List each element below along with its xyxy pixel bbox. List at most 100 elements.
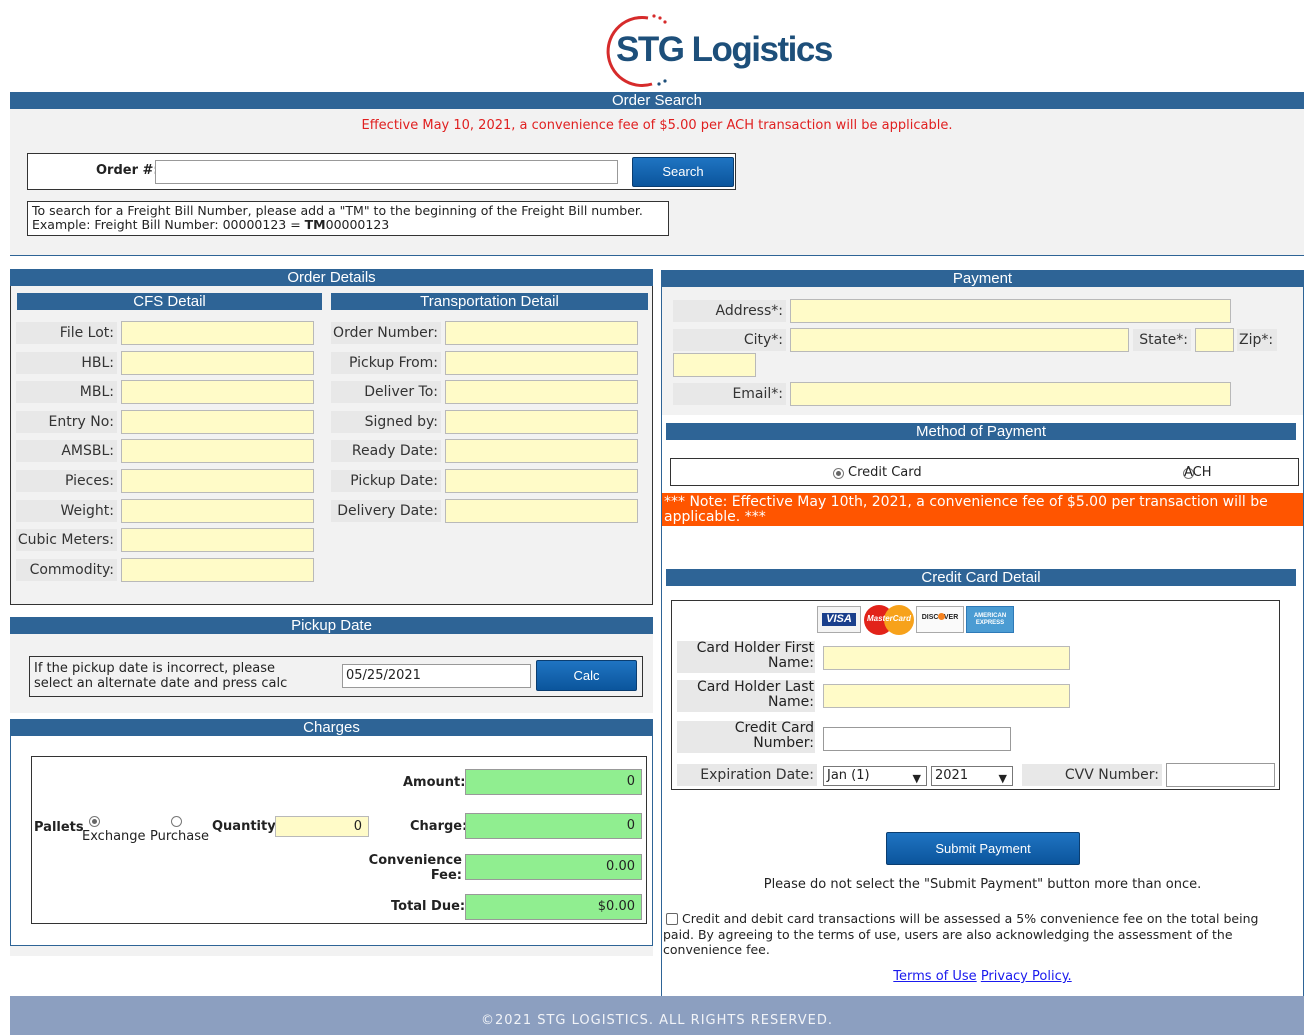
search-button[interactable]: Search [632, 157, 734, 187]
address-input[interactable] [790, 299, 1231, 323]
cfs-fields-input[interactable] [121, 498, 314, 523]
zip-input[interactable] [673, 353, 756, 377]
charges-box: Pallets Exchange Purchase Quantity 0 Amo… [31, 756, 647, 924]
cfs-fields-input[interactable] [121, 321, 314, 345]
cfs-fields-label: Pieces: [16, 470, 117, 492]
cfs-fields-label: AMSBL: [16, 440, 117, 463]
state-label: State*: [1133, 329, 1191, 351]
transport-fields-label: Pickup Date: [331, 470, 441, 492]
payment-method-box: Credit Card ACH [670, 458, 1299, 486]
cfs-fields-input[interactable] [121, 557, 314, 582]
credit-card-radio[interactable] [833, 468, 844, 479]
submit-payment-button[interactable]: Submit Payment [886, 832, 1080, 865]
cvv-input[interactable] [1166, 763, 1275, 787]
quantity-input[interactable]: 0 [275, 816, 369, 837]
pickup-date-header: Pickup Date [10, 617, 653, 634]
cfs-fields-label: HBL: [16, 351, 117, 374]
credit-card-number-input[interactable] [823, 727, 1011, 751]
convenience-fee-note: *** Note: Effective May 10th, 2021, a co… [662, 493, 1303, 526]
zip-label: Zip*: [1237, 329, 1277, 351]
quantity-label: Quantity [212, 819, 276, 834]
city-label: City*: [673, 329, 786, 351]
cfs-fields-label: Cubic Meters: [16, 529, 117, 552]
transport-fields-label: Deliver To: [331, 381, 441, 404]
transport-fields-input[interactable] [445, 350, 638, 375]
cfs-fields-input[interactable] [121, 380, 314, 405]
order-number-label: Order #: [96, 163, 159, 178]
transport-fields-label: Pickup From: [331, 351, 441, 374]
terms-checkbox[interactable] [666, 912, 678, 925]
transport-fields-input[interactable] [445, 469, 638, 493]
transport-fields-input[interactable] [445, 409, 638, 434]
ach-fee-notice: Effective May 10, 2021, a convenience fe… [361, 118, 953, 133]
american-express-icon: AMERICAN EXPRESS [966, 606, 1014, 633]
transport-fields-label: Ready Date: [331, 440, 441, 463]
cfs-fields-input[interactable] [121, 439, 314, 464]
visa-icon: VISA [817, 606, 861, 633]
first-name-label: Card Holder First Name: [677, 641, 815, 673]
cfs-fields-input[interactable] [121, 469, 314, 493]
cfs-fields-label: Entry No: [16, 410, 117, 433]
total-due-label: Total Due: [391, 899, 466, 914]
order-number-input[interactable] [155, 160, 618, 184]
calc-button[interactable]: Calc [536, 660, 637, 691]
expiration-month-select[interactable]: Jan (1) ▼ [823, 766, 927, 786]
help-line-1: To search for a Freight Bill Number, ple… [32, 203, 643, 218]
order-details-header: Order Details [10, 269, 653, 286]
pickup-date-box: If the pickup date is incorrect, please … [29, 656, 643, 697]
order-search-box: Order #: Search [27, 153, 736, 190]
transport-fields-input[interactable] [445, 439, 638, 464]
charges-header: Charges [10, 719, 653, 736]
footer-links: Terms of Use Privacy Policy. [662, 969, 1303, 984]
method-of-payment-header: Method of Payment [666, 423, 1296, 440]
terms-text: Credit and debit card transactions will … [663, 911, 1259, 957]
charge-label: Charge: [410, 819, 468, 834]
cfs-detail-header: CFS Detail [17, 293, 322, 310]
expiration-year-select[interactable]: 2021 ▼ [931, 766, 1013, 786]
email-input[interactable] [790, 382, 1231, 406]
convenience-fee-value: 0.00 [465, 854, 642, 880]
email-label: Email*: [673, 383, 786, 405]
logo-text: STG Logistics [616, 30, 833, 69]
exchange-radio[interactable] [89, 816, 100, 827]
payment-header: Payment [661, 270, 1304, 287]
transport-fields-input[interactable] [445, 380, 638, 405]
cfs-fields-input[interactable] [121, 528, 314, 553]
terms-of-use-link[interactable]: Terms of Use [893, 969, 976, 984]
exchange-label: Exchange [82, 829, 146, 844]
footer-copyright: ©2021 STG LOGISTICS. ALL RIGHTS RESERVED… [481, 1013, 833, 1028]
state-input[interactable] [1195, 328, 1234, 352]
chevron-down-icon: ▼ [912, 772, 921, 785]
terms-block: Credit and debit card transactions will … [663, 911, 1293, 957]
pickup-date-input[interactable]: 05/25/2021 [342, 664, 531, 688]
mastercard-icon: MasterCard [864, 604, 914, 636]
cfs-fields-label: File Lot: [16, 322, 117, 344]
last-name-input[interactable] [823, 684, 1070, 708]
cfs-fields-label: Weight: [16, 499, 117, 522]
purchase-radio[interactable] [171, 816, 183, 827]
convenience-fee-label: Convenience Fee: [368, 853, 462, 883]
credit-card-number-label: Credit Card Number: [677, 721, 815, 753]
last-name-label: Card Holder Last Name: [677, 680, 815, 712]
cfs-fields-input[interactable] [121, 350, 314, 375]
transport-fields-label: Signed by: [331, 410, 441, 433]
credit-card-detail-header: Credit Card Detail [666, 569, 1296, 586]
transport-fields-input[interactable] [445, 321, 638, 345]
cfs-fields-input[interactable] [121, 409, 314, 434]
amount-label: Amount: [403, 775, 466, 790]
first-name-input[interactable] [823, 646, 1070, 670]
submit-warning: Please do not select the "Submit Payment… [763, 877, 1202, 892]
amount-value: 0 [465, 769, 642, 795]
total-due-value: $0.00 [465, 894, 642, 920]
cfs-fields-label: Commodity: [16, 558, 117, 581]
privacy-policy-link[interactable]: Privacy Policy. [981, 969, 1072, 984]
help-line-2: Example: Freight Bill Number: 00000123 =… [32, 217, 390, 232]
transport-fields-input[interactable] [445, 498, 638, 523]
address-label: Address*: [673, 300, 786, 322]
purchase-label: Purchase [150, 829, 210, 844]
chevron-down-icon: ▼ [998, 772, 1007, 785]
charge-value: 0 [465, 813, 642, 839]
transport-fields-label: Delivery Date: [331, 499, 441, 522]
city-input[interactable] [790, 328, 1129, 352]
cvv-label: CVV Number: [1022, 764, 1162, 786]
